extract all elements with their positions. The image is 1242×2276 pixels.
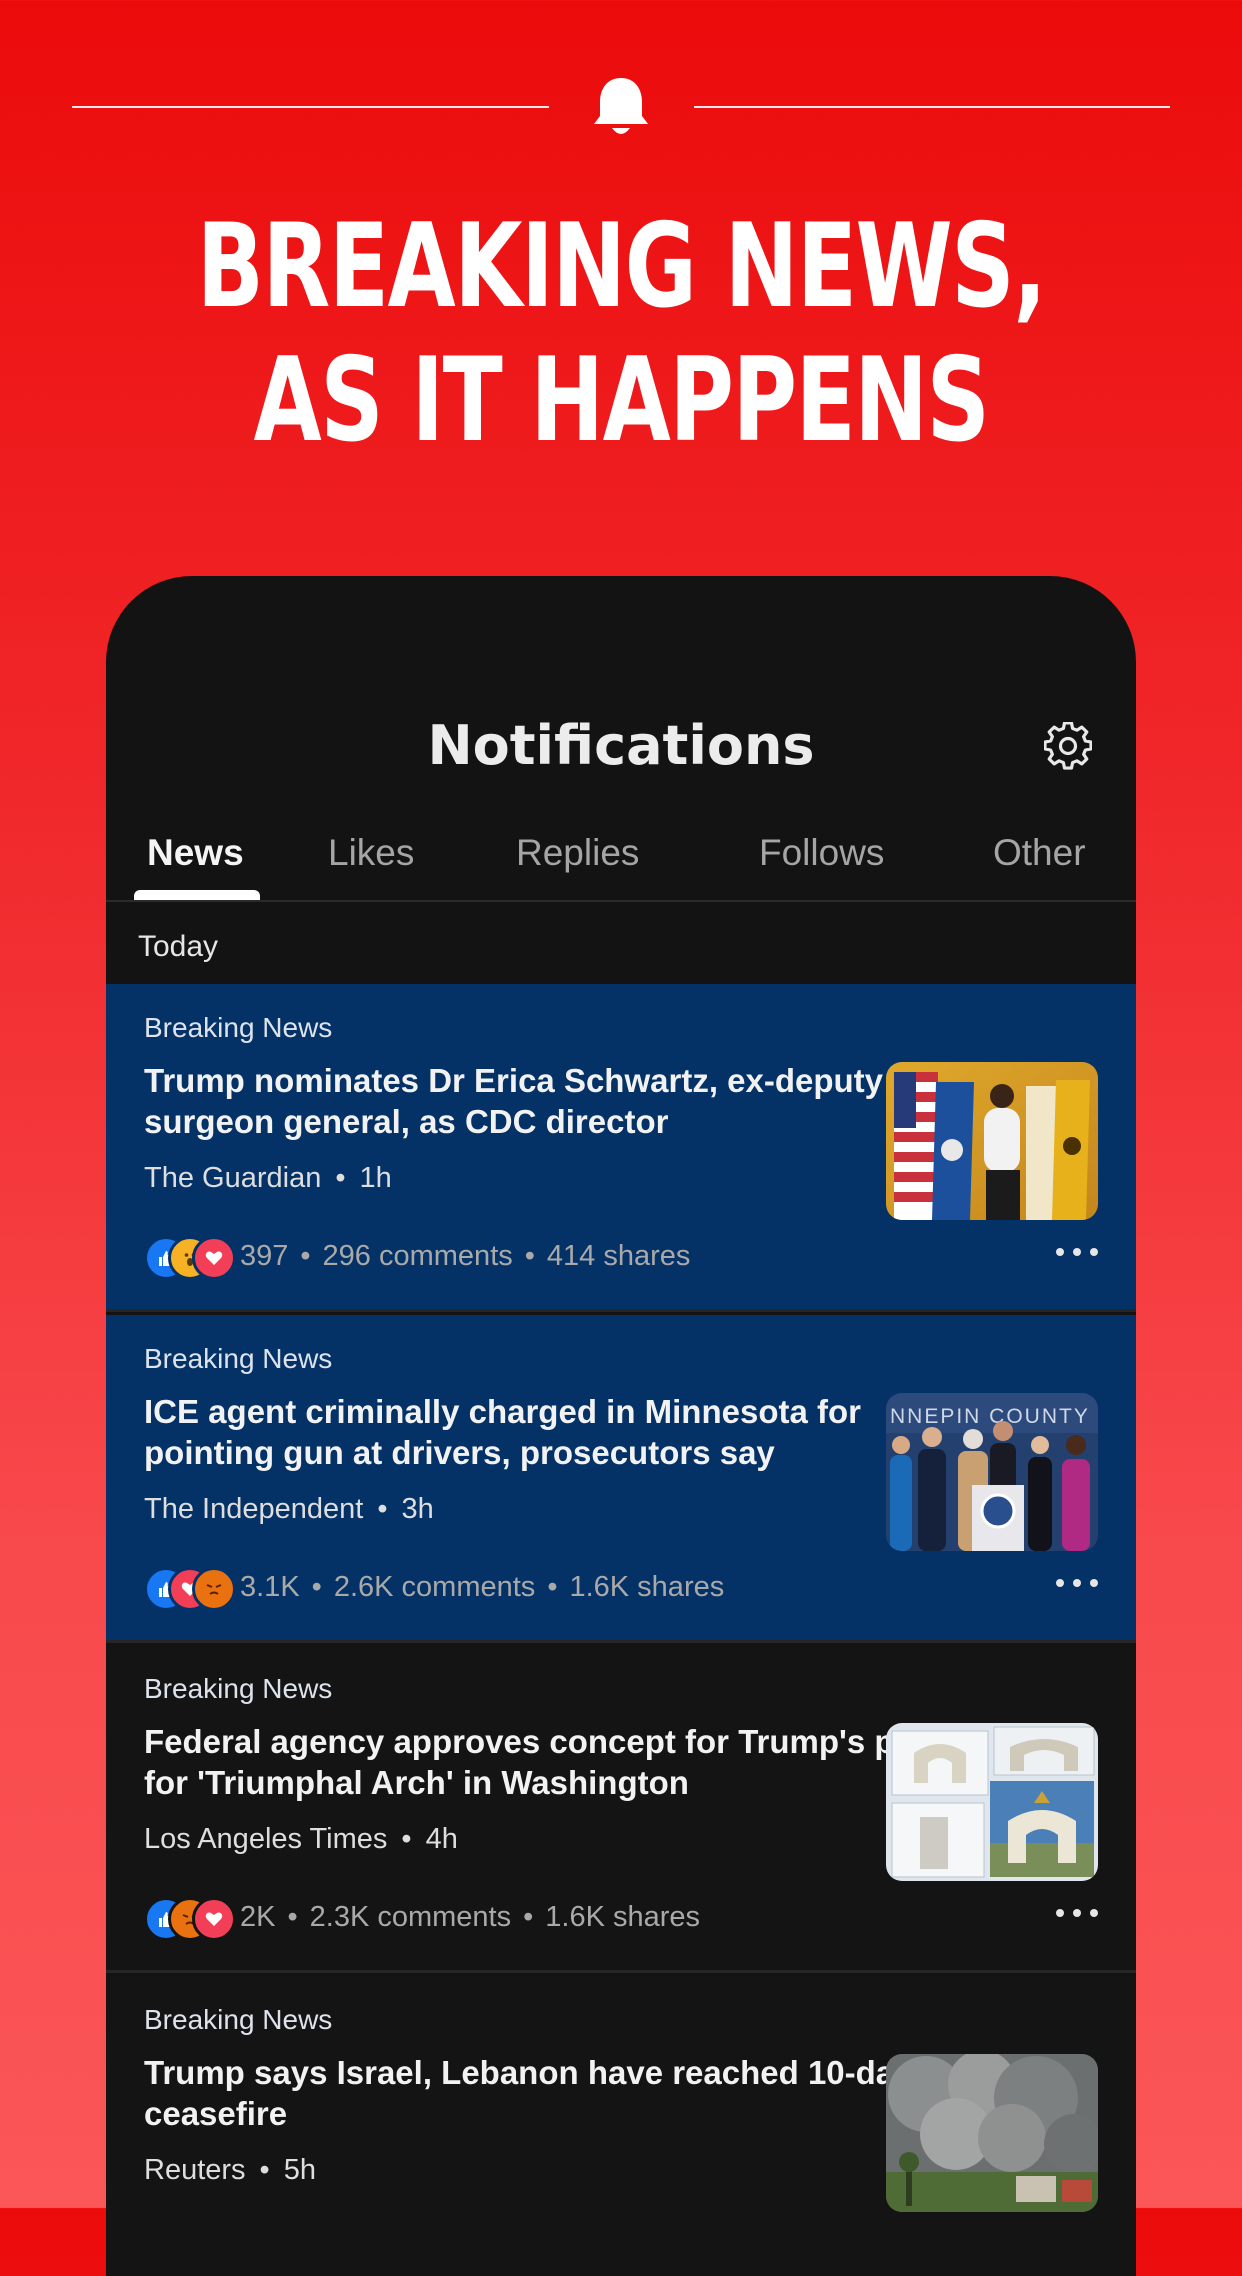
banner-headline-line-2: AS IT HAPPENS	[253, 333, 990, 468]
post-time: 5h	[283, 2154, 316, 2186]
notification-headline[interactable]: Trump says Israel, Lebanon have reached …	[144, 2052, 964, 2134]
notification-card[interactable]: Breaking News Federal agency approves co…	[106, 1645, 1136, 1973]
bell-icon	[594, 78, 648, 134]
source-name: Los Angeles Times	[144, 1823, 388, 1855]
more-options-button[interactable]	[1056, 1579, 1098, 1589]
share-count[interactable]: 1.6K shares	[569, 1571, 724, 1603]
post-time: 4h	[425, 1823, 458, 1855]
post-time: 1h	[359, 1162, 392, 1194]
card-divider	[106, 1309, 1136, 1312]
notification-category: Breaking News	[144, 2004, 333, 2035]
active-tab-indicator	[134, 890, 260, 900]
source-name: Reuters	[144, 2154, 246, 2186]
tab-replies[interactable]: Replies	[516, 832, 639, 874]
engagement-stats: 397 • 296 comments • 414 shares	[240, 1240, 690, 1273]
reaction-icons[interactable]	[144, 1567, 236, 1611]
source-name: The Guardian	[144, 1162, 322, 1194]
page-title: Notifications	[427, 714, 815, 777]
reaction-icons[interactable]	[144, 1897, 236, 1941]
notification-category: Breaking News	[144, 1673, 333, 1704]
notification-category: Breaking News	[144, 1343, 333, 1374]
more-options-button[interactable]	[1056, 1909, 1098, 1919]
separator-dot: •	[523, 1901, 534, 1933]
tab-news[interactable]: News	[147, 832, 244, 874]
notification-headline[interactable]: ICE agent criminally charged in Minnesot…	[144, 1391, 964, 1473]
separator-dot: •	[335, 1162, 346, 1194]
separator-dot: •	[311, 1571, 322, 1603]
share-count[interactable]: 1.6K shares	[545, 1901, 700, 1933]
tab-divider	[106, 900, 1136, 902]
separator-dot: •	[524, 1240, 535, 1272]
tab-other[interactable]: Other	[993, 832, 1086, 874]
separator-dot: •	[377, 1493, 388, 1525]
gear-icon[interactable]	[1044, 722, 1092, 770]
thumbnail-sign-text: NNEPIN COUNTY	[890, 1405, 1090, 1428]
notification-source: The Guardian • 1h	[144, 1162, 392, 1195]
banner-headline-line-1: BREAKING NEWS,	[196, 199, 1047, 334]
notification-source: Reuters • 5h	[144, 2154, 316, 2187]
notification-headline[interactable]: Federal agency approves concept for Trum…	[144, 1721, 964, 1803]
article-thumbnail[interactable]	[886, 2054, 1098, 2212]
notification-category: Breaking News	[144, 1012, 333, 1043]
notification-source: Los Angeles Times • 4h	[144, 1823, 458, 1856]
angry-reaction-icon	[192, 1567, 236, 1611]
tab-follows[interactable]: Follows	[759, 832, 884, 874]
reaction-count: 397	[240, 1240, 289, 1272]
reaction-count: 2K	[240, 1901, 276, 1933]
share-count[interactable]: 414 shares	[547, 1240, 691, 1272]
love-reaction-icon	[192, 1897, 236, 1941]
reaction-icons[interactable]	[144, 1236, 236, 1280]
notification-card[interactable]: Breaking News Trump says Israel, Lebanon…	[106, 1976, 1136, 2276]
engagement-stats: 3.1K • 2.6K comments • 1.6K shares	[240, 1571, 724, 1604]
notification-card[interactable]: Breaking News Trump nominates Dr Erica S…	[106, 984, 1136, 1312]
article-thumbnail[interactable]	[886, 1723, 1098, 1881]
separator-dot: •	[547, 1571, 558, 1603]
post-time: 3h	[401, 1493, 434, 1525]
comment-count[interactable]: 2.3K comments	[310, 1901, 511, 1933]
tab-likes[interactable]: Likes	[328, 832, 414, 874]
separator-dot: •	[259, 2154, 270, 2186]
comment-count[interactable]: 2.6K comments	[334, 1571, 535, 1603]
engagement-stats: 2K • 2.3K comments • 1.6K shares	[240, 1901, 700, 1934]
reaction-count: 3.1K	[240, 1571, 300, 1603]
separator-dot: •	[401, 1823, 412, 1855]
notification-headline[interactable]: Trump nominates Dr Erica Schwartz, ex-de…	[144, 1060, 964, 1142]
phone-screen: Notifications News Likes Replies Follows…	[106, 576, 1136, 2276]
card-divider	[106, 1970, 1136, 1973]
separator-dot: •	[287, 1901, 298, 1933]
love-reaction-icon	[192, 1236, 236, 1280]
banner-line-left	[72, 106, 549, 108]
more-options-button[interactable]	[1056, 1248, 1098, 1258]
comment-count[interactable]: 296 comments	[323, 1240, 513, 1272]
banner-line-right	[694, 106, 1170, 108]
card-divider	[106, 1640, 1136, 1643]
article-thumbnail[interactable]	[886, 1062, 1098, 1220]
notification-source: The Independent • 3h	[144, 1493, 434, 1526]
separator-dot: •	[300, 1240, 311, 1272]
section-label-today: Today	[138, 930, 219, 963]
source-name: The Independent	[144, 1493, 364, 1525]
article-thumbnail[interactable]: NNEPIN COUNTY	[886, 1393, 1098, 1551]
notification-card[interactable]: Breaking News ICE agent criminally charg…	[106, 1315, 1136, 1643]
